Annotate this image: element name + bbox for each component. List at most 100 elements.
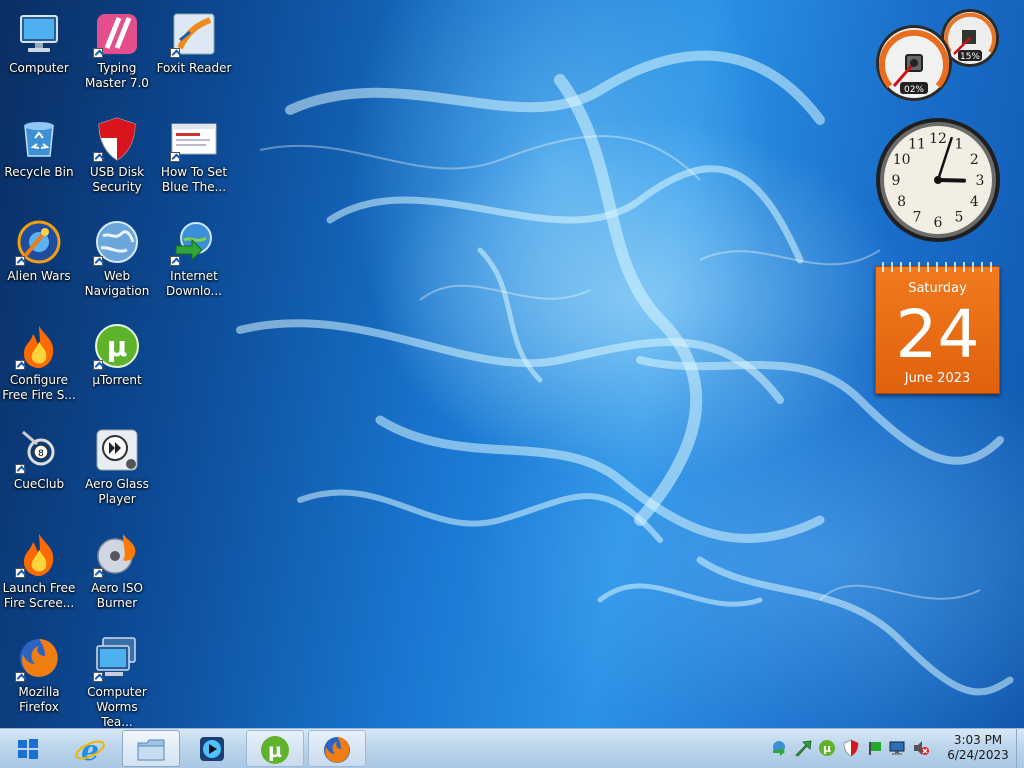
green-arrow-icon[interactable] [794, 739, 812, 757]
shortcut-arrow-icon [170, 152, 180, 162]
icon-label: How To Set Blue The... [160, 165, 228, 194]
shortcut-arrow-icon [170, 256, 180, 266]
desktop-icon-foxit[interactable]: Foxit Reader [156, 4, 232, 104]
desktop-icon-configure-fire[interactable]: Configure Free Fire S... [1, 316, 77, 416]
desktop-icon-computer-worms[interactable]: Computer Worms Tea... [79, 628, 155, 728]
flag-icon[interactable] [866, 739, 884, 757]
shortcut-arrow-icon [15, 672, 25, 682]
shortcut-arrow-icon [15, 464, 25, 474]
show-desktop-button[interactable] [1016, 729, 1024, 768]
taskbar-media-player[interactable] [184, 730, 240, 767]
taskbar-time: 3:03 PM [953, 733, 1003, 747]
recycle-bin-icon [24, 122, 54, 157]
desktop-icon-usb-security[interactable]: USB Disk Security [79, 108, 155, 208]
icon-label: USB Disk Security [89, 165, 145, 194]
volume-muted-icon[interactable] [912, 739, 930, 757]
folder-icon [137, 739, 165, 761]
calendar-rings [882, 262, 992, 272]
monitor-icon [20, 15, 58, 52]
icon-label: Foxit Reader [156, 61, 232, 75]
svg-text:8: 8 [38, 449, 44, 459]
shortcut-arrow-icon [93, 48, 103, 58]
icon-label: Configure Free Fire S... [2, 373, 76, 402]
desktop-icon-internet-download[interactable]: Internet Downlo... [156, 212, 232, 312]
memory-percent-label: 15% [960, 52, 980, 62]
taskbar-firefox[interactable] [308, 730, 366, 767]
taskbar-date: 6/24/2023 [947, 748, 1009, 762]
cpu-percent-label: 02% [904, 85, 924, 95]
shortcut-arrow-icon [93, 672, 103, 682]
shortcut-arrow-icon [93, 256, 103, 266]
icon-label: Typing Master 7.0 [85, 61, 149, 90]
media-player-icon [200, 737, 224, 761]
desktop-icon-utorrent[interactable]: µ µTorrent [79, 316, 155, 416]
clock-number: 7 [913, 209, 922, 225]
calendar-page: Saturday 24 June 2023 [875, 266, 1000, 394]
desktop-icon-web-navigation[interactable]: Web Navigation [79, 212, 155, 312]
svg-text:µ: µ [823, 742, 831, 755]
svg-text:e: e [81, 734, 99, 765]
desktop-icon-how-to[interactable]: How To Set Blue The... [156, 108, 232, 208]
icon-label: Computer Worms Tea... [87, 685, 147, 728]
icon-label: µTorrent [92, 373, 142, 387]
desktop-icon-alien-wars[interactable]: Alien Wars [1, 212, 77, 312]
windows-logo-icon [18, 739, 38, 759]
icon-label: Internet Downlo... [166, 269, 222, 298]
clock-number: 4 [970, 194, 979, 210]
desktop-icon-cueclub[interactable]: 8 CueClub [1, 420, 77, 520]
idm-tray-icon[interactable] [770, 739, 788, 757]
calendar-day-number: 24 [895, 296, 980, 373]
icon-label: Launch Free Fire Scree... [2, 581, 76, 610]
media-player-icon [96, 429, 138, 471]
calendar-month-year: June 2023 [904, 371, 971, 386]
desktop-icon-firefox[interactable]: Mozilla Firefox [1, 628, 77, 728]
desktop-icon-launch-fire[interactable]: Launch Free Fire Scree... [1, 524, 77, 624]
icon-label: Aero ISO Burner [91, 581, 143, 610]
icon-label: Recycle Bin [4, 165, 74, 179]
shortcut-arrow-icon [15, 256, 25, 266]
clock-gadget[interactable]: 12 1 2 3 4 5 6 7 8 9 10 11 [874, 116, 1002, 244]
taskbar: e µ µ 3:03 PM 6/24/2023 [0, 728, 1024, 768]
shortcut-arrow-icon [170, 48, 180, 58]
desktop-icon-typing-master[interactable]: Typing Master 7.0 [79, 4, 155, 104]
desktop-icon-aero-iso[interactable]: Aero ISO Burner [79, 524, 155, 624]
taskbar-file-explorer[interactable] [122, 730, 180, 767]
shortcut-arrow-icon [93, 568, 103, 578]
start-button[interactable] [6, 730, 50, 767]
shortcut-arrow-icon [93, 360, 103, 370]
utorrent-icon: µ [261, 736, 289, 764]
taskbar-clock[interactable]: 3:03 PM 6/24/2023 [940, 733, 1016, 763]
clock-number: 2 [970, 152, 979, 168]
svg-text:µ: µ [107, 330, 128, 363]
shortcut-arrow-icon [15, 360, 25, 370]
cpu-meter-gadget[interactable]: 02% 15% [874, 8, 1004, 108]
icon-label: Web Navigation [84, 269, 150, 298]
shield-tray-icon[interactable] [842, 739, 860, 757]
internet-explorer-icon: e [75, 734, 105, 765]
utorrent-tray-icon[interactable]: µ [818, 739, 836, 757]
calendar-weekday: Saturday [908, 281, 967, 296]
icon-label: Mozilla Firefox [18, 685, 60, 714]
icon-label: CueClub [13, 477, 65, 491]
firefox-icon [324, 737, 350, 763]
clock-number: 10 [893, 152, 911, 168]
svg-text:µ: µ [268, 740, 282, 762]
clock-number: 3 [976, 173, 985, 189]
shortcut-arrow-icon [15, 568, 25, 578]
taskbar-internet-explorer[interactable]: e [62, 730, 118, 767]
icon-label: Aero Glass Player [85, 477, 149, 506]
clock-number: 6 [934, 215, 943, 231]
calendar-gadget[interactable]: Saturday 24 June 2023 [875, 260, 1000, 394]
shortcut-arrow-icon [93, 152, 103, 162]
clock-number: 1 [955, 137, 964, 153]
desktop-icon-computer[interactable]: Computer [1, 4, 77, 104]
desktop-icon-recycle-bin[interactable]: Recycle Bin [1, 108, 77, 208]
clock-number: 8 [897, 194, 906, 210]
icon-label: Alien Wars [7, 269, 71, 283]
clock-number: 9 [892, 173, 901, 189]
desktop[interactable]: Computer Recycle Bin Alien Wars Configur… [0, 0, 1024, 728]
desktop-icon-aero-glass[interactable]: Aero Glass Player [79, 420, 155, 520]
taskbar-utorrent[interactable]: µ [246, 730, 304, 767]
clock-number: 11 [908, 137, 926, 153]
network-icon[interactable] [888, 739, 906, 757]
